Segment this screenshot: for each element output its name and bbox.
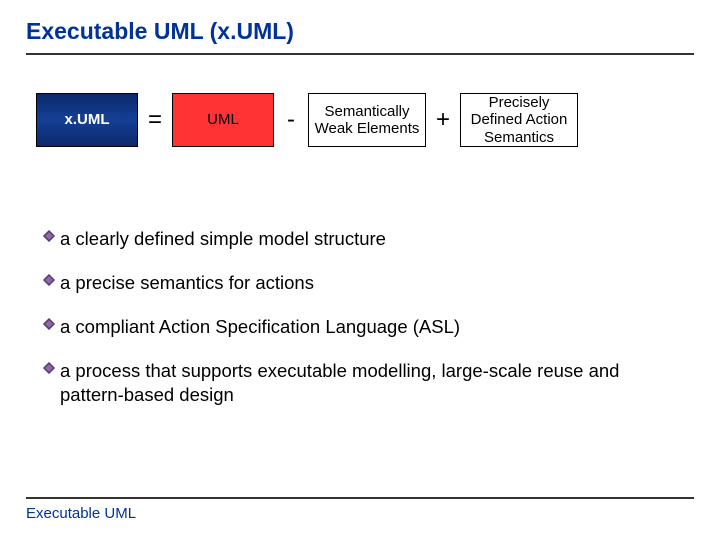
bullet-item: a precise semantics for actions [38,271,694,295]
equation-row: x.UML = UML - Semantically Weak Elements… [36,93,694,147]
bullet-text: a compliant Action Specification Languag… [60,315,460,339]
footer: Executable UML [26,497,694,522]
equation-weak-box: Semantically Weak Elements [308,93,426,147]
equation-precise-box: Precisely Defined Action Semantics [460,93,578,147]
equation-lhs-box: x.UML [36,93,138,147]
diamond-icon [38,274,60,286]
title-rule [26,53,694,55]
diamond-icon [38,318,60,330]
bullet-text: a precise semantics for actions [60,271,314,295]
diamond-icon [38,362,60,374]
slide: Executable UML (x.UML) x.UML = UML - Sem… [0,0,720,540]
bullet-item: a compliant Action Specification Languag… [38,315,694,339]
diamond-icon [38,230,60,242]
footer-rule [26,497,694,499]
slide-title: Executable UML (x.UML) [26,18,694,51]
equals-operator: = [138,106,172,134]
bullet-item: a process that supports executable model… [38,359,694,407]
equation-uml-box: UML [172,93,274,147]
bullet-text: a clearly defined simple model structure [60,227,386,251]
footer-text: Executable UML [26,505,694,522]
bullet-list: a clearly defined simple model structure… [38,227,694,407]
bullet-item: a clearly defined simple model structure [38,227,694,251]
bullet-text: a process that supports executable model… [60,359,680,407]
plus-operator: + [426,106,460,134]
minus-operator: - [274,106,308,134]
